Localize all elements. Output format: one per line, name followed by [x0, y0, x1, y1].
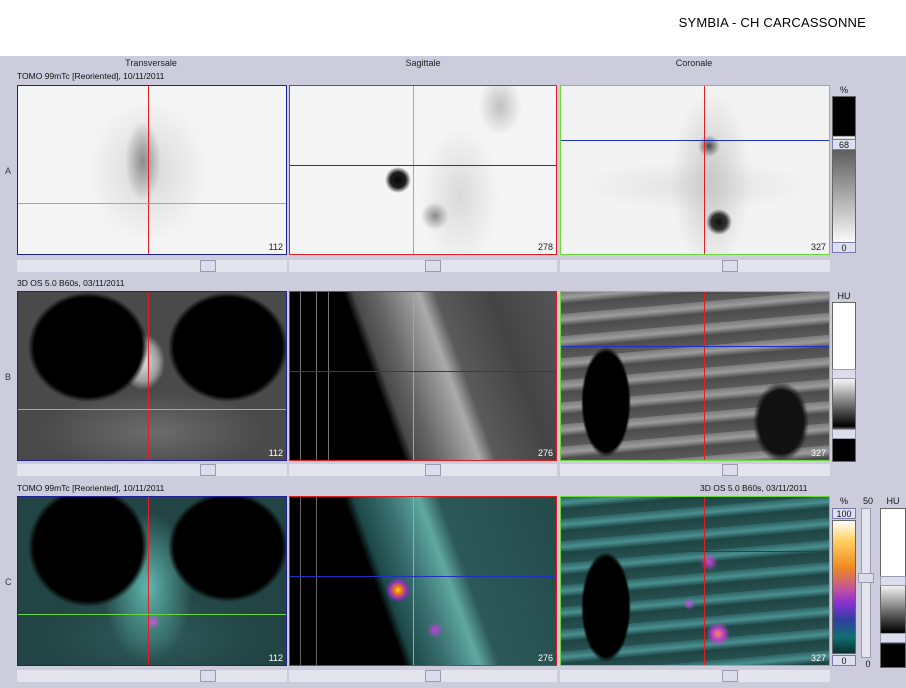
slice-slider-b-coronale[interactable] [560, 464, 830, 476]
viewport-b-sagittale[interactable]: 276 [289, 291, 557, 461]
slider-thumb[interactable] [200, 670, 216, 682]
column-label-sagittale: Sagittale [405, 58, 441, 68]
crosshair-vertical [413, 497, 414, 665]
colorbar-c-ct[interactable] [880, 508, 906, 668]
app-title: SYMBIA - CH CARCASSONNE [678, 15, 866, 30]
slider-thumb[interactable] [200, 464, 216, 476]
colorbar-c-pet[interactable] [832, 520, 856, 654]
crosshair-vertical [148, 86, 149, 254]
slice-number: 327 [810, 242, 826, 252]
colorbar-max-a[interactable]: 68 [832, 139, 856, 150]
crosshair-horizontal [18, 203, 286, 204]
ct-frame-line [328, 292, 329, 460]
ct-frame-line [300, 292, 301, 460]
slice-slider-c-sagittale[interactable] [289, 670, 557, 682]
slice-slider-a-transversale[interactable] [17, 260, 287, 272]
crosshair-horizontal [18, 409, 286, 410]
crosshair-vertical [413, 86, 414, 254]
slider-thumb[interactable] [858, 573, 874, 583]
fusion-blend-min: 0 [865, 659, 871, 669]
viewport-a-coronale[interactable]: 327 [560, 85, 830, 255]
slider-thumb[interactable] [425, 464, 441, 476]
viewport-c-sagittale[interactable]: 276 [289, 496, 557, 666]
viewport-c-transversale[interactable]: 112 [17, 496, 287, 666]
crosshair-vertical [704, 86, 705, 254]
slider-thumb[interactable] [425, 670, 441, 682]
row-letter-b: B [5, 372, 12, 382]
crosshair-horizontal [290, 371, 556, 372]
viewport-a-transversale[interactable]: 112 [17, 85, 287, 255]
fusion-blend-value: 50 [862, 496, 873, 506]
slice-number: 276 [537, 448, 553, 458]
window-handle-lower[interactable] [832, 429, 856, 439]
colorbar-min-c[interactable]: 0 [832, 655, 856, 666]
crosshair-vertical [704, 497, 705, 665]
viewport-a-sagittale[interactable]: 278 [289, 85, 557, 255]
column-label-coronale: Coronale [675, 58, 713, 68]
ct-frame-line [300, 497, 301, 665]
slice-slider-b-transversale[interactable] [17, 464, 287, 476]
slider-thumb[interactable] [722, 260, 738, 272]
colorbar-unit-c: % [839, 496, 848, 506]
slice-slider-c-transversale[interactable] [17, 670, 287, 682]
crosshair-horizontal [561, 551, 829, 552]
crosshair-horizontal [561, 140, 829, 141]
colorbar-unit-b: HU [837, 291, 851, 301]
slice-slider-a-sagittale[interactable] [289, 260, 557, 272]
row-letter-c: C [5, 577, 12, 587]
slice-slider-a-coronale[interactable] [560, 260, 830, 272]
viewport-b-transversale[interactable]: 112 [17, 291, 287, 461]
slice-number: 276 [537, 653, 553, 663]
series-label-row-a: TOMO 99mTc [Reoriented], 10/11/2011 [17, 71, 165, 81]
crosshair-horizontal [290, 165, 556, 166]
colorbar-a[interactable] [832, 96, 856, 246]
ct-frame-line [316, 497, 317, 665]
slice-number: 112 [268, 448, 283, 458]
slice-slider-c-coronale[interactable] [560, 670, 830, 682]
colorbar-max-c[interactable]: 100 [832, 508, 856, 519]
slice-number: 112 [268, 242, 283, 252]
slice-number: 327 [810, 448, 826, 458]
crosshair-vertical [148, 497, 149, 665]
slice-number: 278 [537, 242, 553, 252]
column-label-transversale: Transversale [125, 58, 177, 68]
slice-slider-b-sagittale[interactable] [289, 464, 557, 476]
slice-number: 327 [810, 653, 826, 663]
crosshair-horizontal [561, 346, 829, 347]
slice-number: 112 [268, 653, 283, 663]
colorbar-min-a[interactable]: 0 [832, 242, 856, 253]
colorbar-unit-c-ct: HU [886, 496, 900, 506]
viewport-c-coronale[interactable]: 327 [560, 496, 830, 666]
crosshair-vertical [148, 292, 149, 460]
crosshair-horizontal [290, 576, 556, 577]
viewport-b-coronale[interactable]: 327 [560, 291, 830, 461]
crosshair-vertical [704, 292, 705, 460]
slider-thumb[interactable] [425, 260, 441, 272]
colorbar-unit-a: % [839, 85, 848, 95]
series-label-row-c: TOMO 99mTc [Reoriented], 10/11/2011 [17, 483, 165, 493]
row-letter-a: A [5, 166, 12, 176]
series-label-row-c-ct: 3D OS 5.0 B60s, 03/11/2011 [700, 483, 808, 493]
title-bar: SYMBIA - CH CARCASSONNE [0, 0, 906, 56]
slider-thumb[interactable] [722, 464, 738, 476]
window-handle-upper[interactable] [832, 369, 856, 379]
crosshair-horizontal [18, 614, 286, 615]
slider-thumb[interactable] [722, 670, 738, 682]
window-handle-lower[interactable] [880, 633, 906, 643]
fusion-blend-slider[interactable] [858, 508, 874, 658]
crosshair-vertical [413, 292, 414, 460]
slider-thumb[interactable] [200, 260, 216, 272]
ct-frame-line [316, 292, 317, 460]
window-handle-upper[interactable] [880, 576, 906, 586]
series-label-row-b: 3D OS 5.0 B60s, 03/11/2011 [17, 278, 125, 288]
